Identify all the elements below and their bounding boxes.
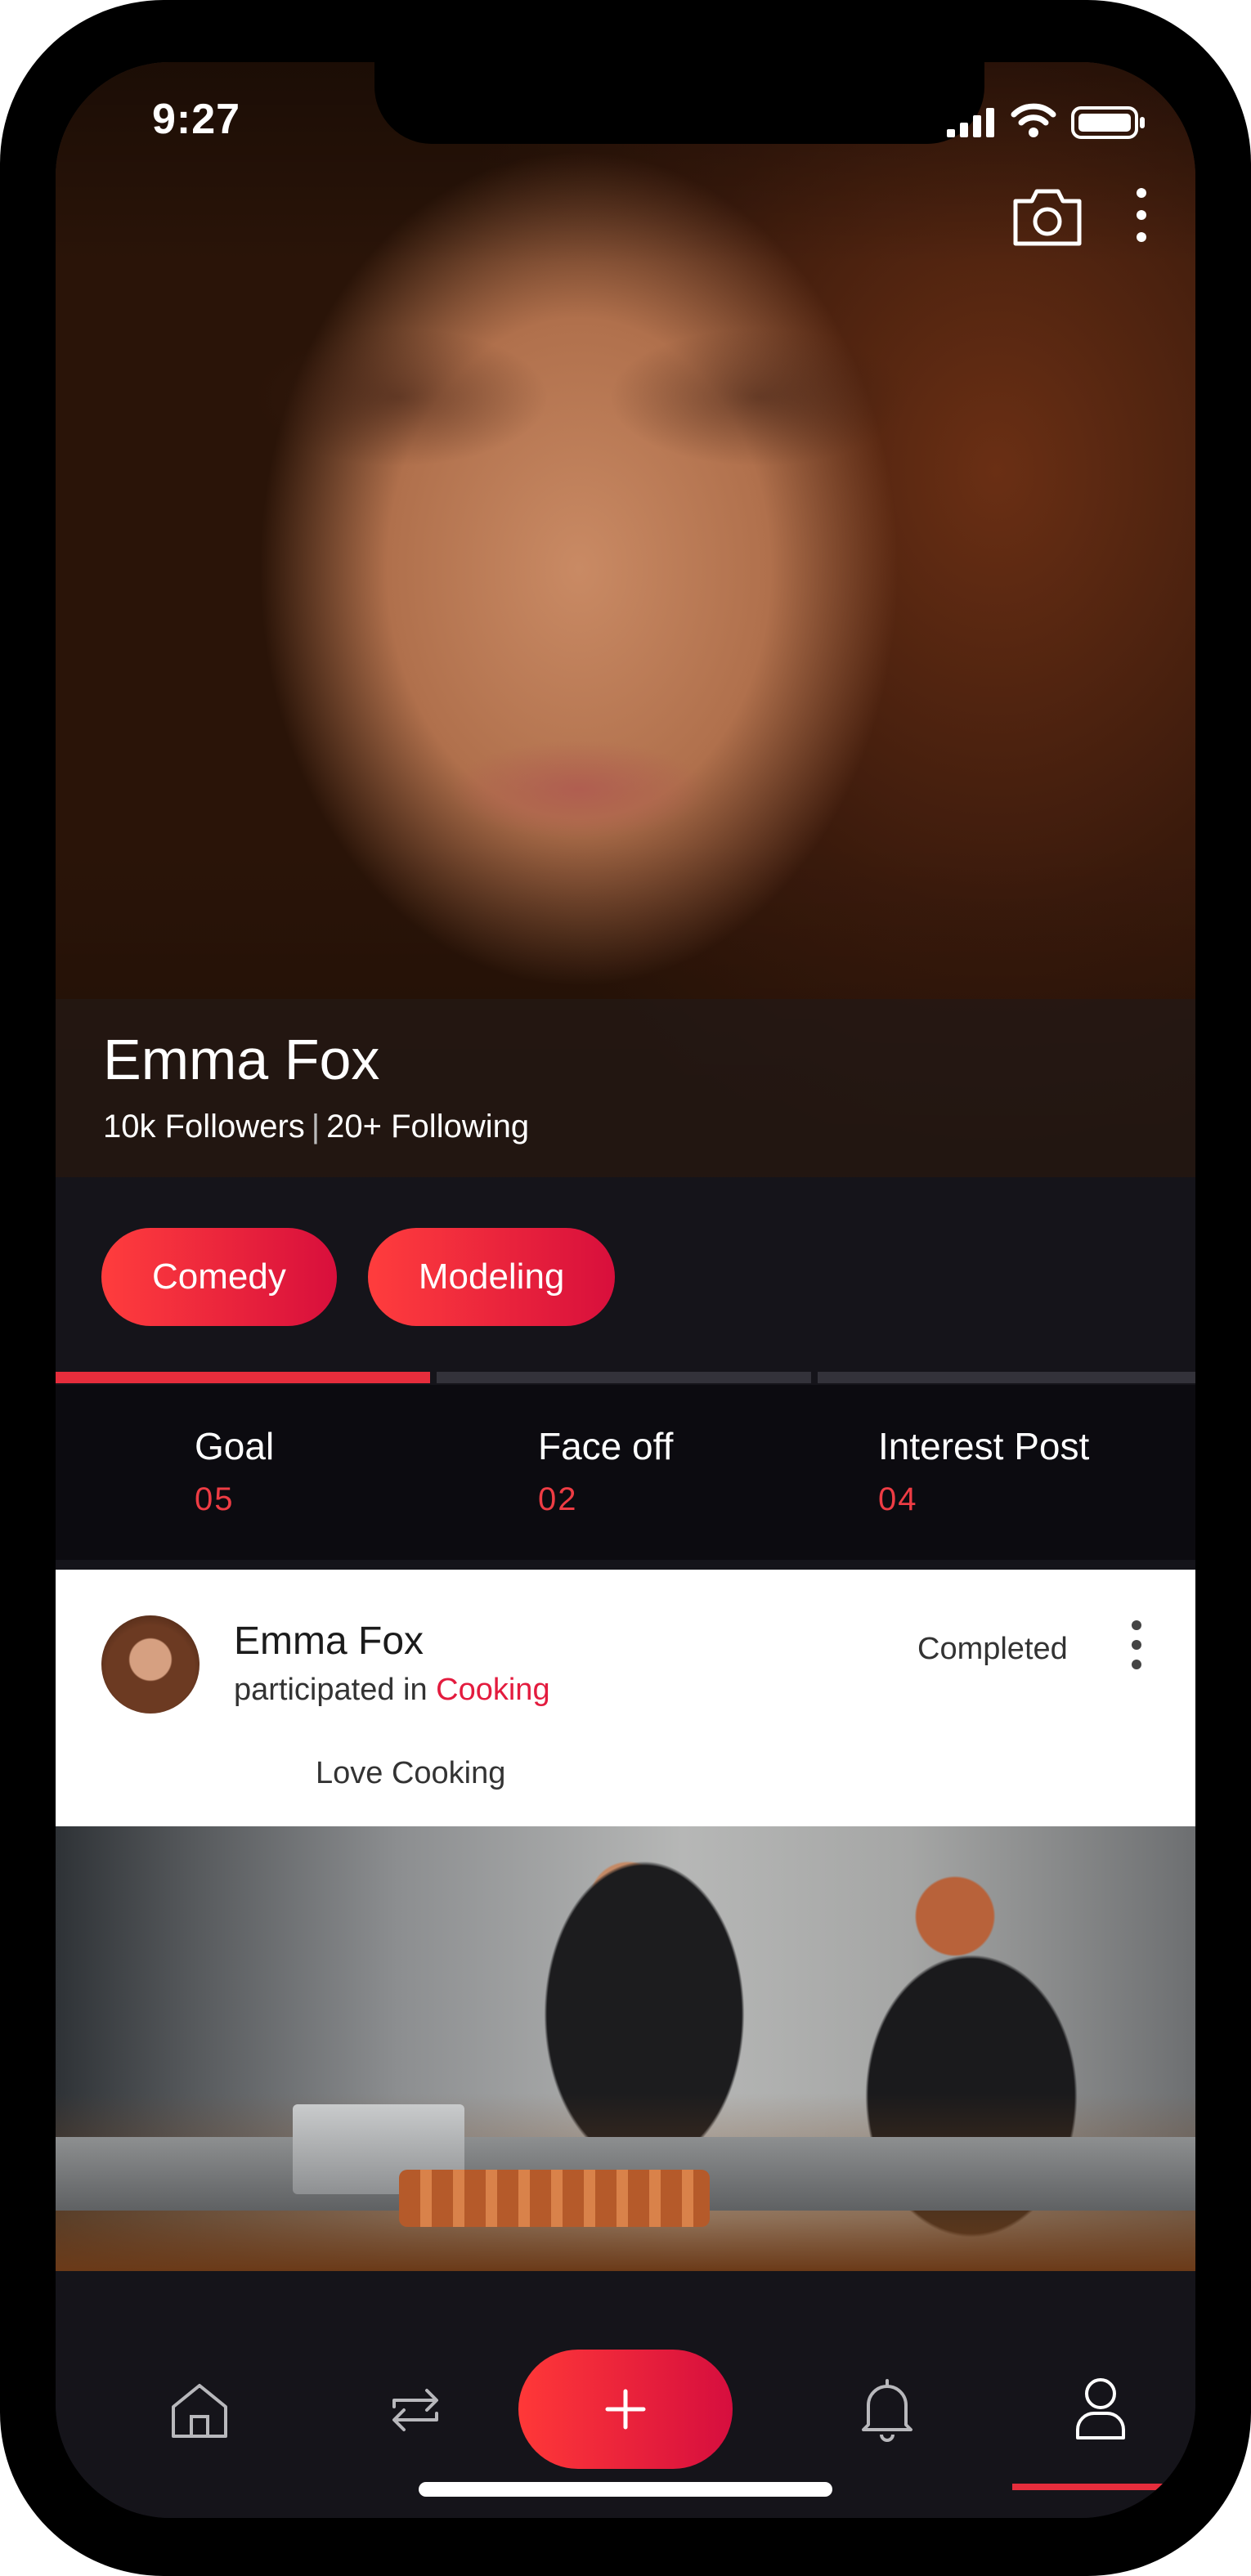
repeat-icon[interactable] [388, 2382, 443, 2438]
tag-comedy[interactable]: Comedy [101, 1228, 337, 1326]
tab-indicator-interest-post [818, 1372, 1195, 1383]
post-action-text: participated in [234, 1673, 428, 1707]
followers-count[interactable]: 10k Followers [103, 1109, 305, 1145]
active-tab-indicator [1012, 2484, 1195, 2490]
tab-face-off-label: Face off [538, 1425, 674, 1467]
status-bar: 9:27 [56, 62, 1195, 168]
post-image[interactable] [56, 1826, 1195, 2271]
avatar[interactable] [101, 1615, 200, 1714]
following-count[interactable]: 20+ Following [326, 1109, 529, 1145]
tab-goal-count: 05 [195, 1481, 235, 1517]
tab-indicator-face-off [437, 1372, 811, 1383]
tab-indicator-goal [56, 1372, 430, 1383]
interest-tags: Comedy Modeling [101, 1228, 616, 1326]
tab-face-off-count: 02 [538, 1481, 578, 1517]
camera-icon[interactable] [1011, 185, 1084, 249]
bottom-navigation [56, 2271, 1195, 2518]
home-icon[interactable] [168, 2381, 231, 2439]
post-more-icon[interactable] [1128, 1619, 1145, 1671]
profile-tabs: Goal 05 Face off 02 Interest Post 04 [56, 1385, 1195, 1560]
wifi-icon [1011, 103, 1056, 137]
bell-icon[interactable] [859, 2377, 916, 2443]
tab-indicators [56, 1372, 1195, 1385]
home-indicator[interactable] [419, 2482, 832, 2497]
more-vertical-icon[interactable] [1133, 186, 1150, 244]
signal-icon [947, 108, 994, 137]
post-status: Completed [917, 1632, 1068, 1666]
phone-frame: 9:27 Emma Fox 10k Followers | 20+ Follow… [0, 0, 1251, 2576]
post-author[interactable]: Emma Fox [234, 1619, 424, 1664]
tab-interest-post-label: Interest Post [878, 1425, 1090, 1467]
tab-goal-label: Goal [195, 1425, 275, 1467]
tab-interest-post-count: 04 [878, 1481, 918, 1517]
add-icon [605, 2389, 646, 2430]
add-button[interactable] [518, 2350, 733, 2469]
app-screen: 9:27 Emma Fox 10k Followers | 20+ Follow… [56, 62, 1195, 2518]
post-subtitle: participated in Cooking [234, 1673, 550, 1708]
post-category-link[interactable]: Cooking [436, 1673, 549, 1707]
user-icon[interactable] [1074, 2376, 1127, 2441]
post-caption: Love Cooking [316, 1756, 506, 1790]
profile-follow-stats: 10k Followers | 20+ Following [103, 1109, 529, 1145]
profile-name: Emma Fox [103, 1028, 380, 1091]
tag-modeling[interactable]: Modeling [367, 1228, 616, 1326]
status-time: 9:27 [152, 96, 241, 143]
battery-icon [1071, 106, 1145, 139]
stats-separator: | [311, 1109, 321, 1145]
post-card: Emma Fox participated in Cooking Complet… [56, 1570, 1195, 1826]
